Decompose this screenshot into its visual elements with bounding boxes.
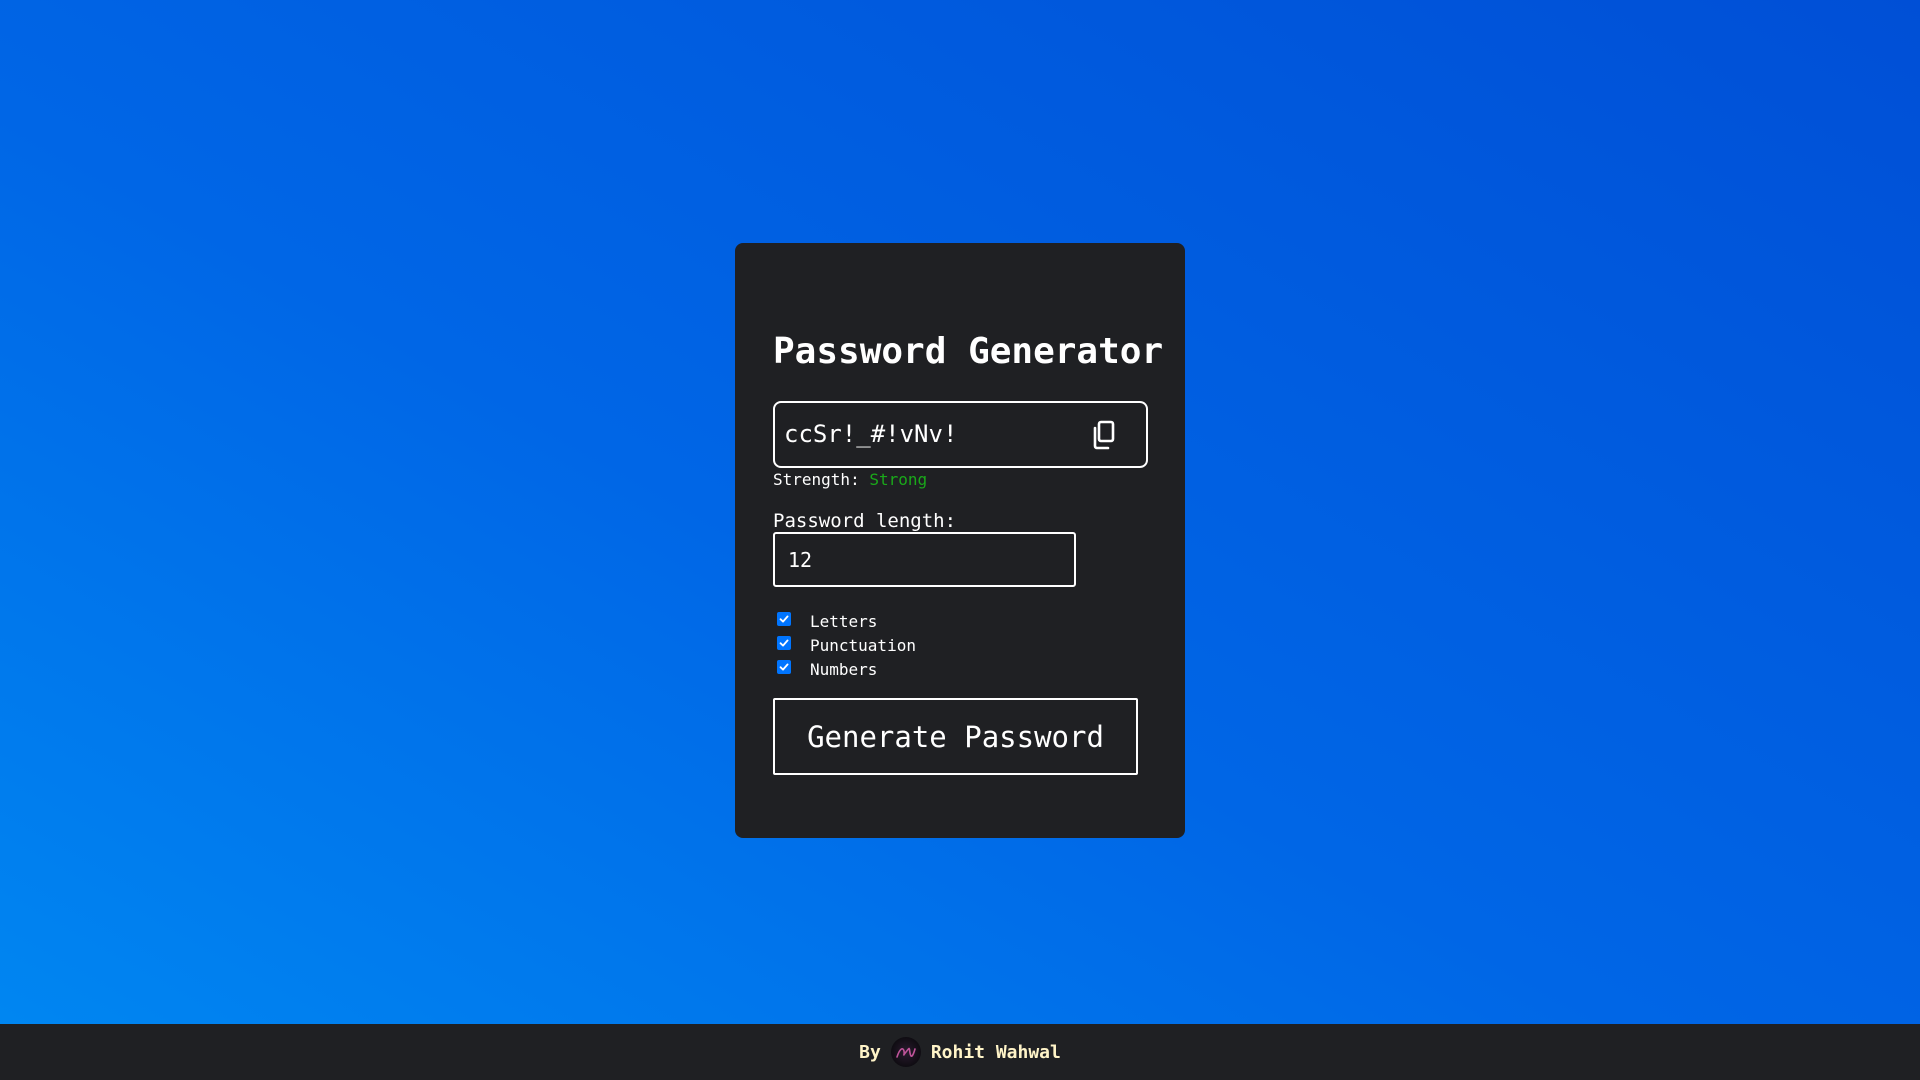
footer-author[interactable]: Rohit Wahwal: [931, 1042, 1061, 1063]
strength-value: Strong: [869, 470, 928, 489]
letters-checkbox[interactable]: [777, 612, 791, 626]
footer-by: By: [859, 1041, 881, 1063]
punctuation-checkbox[interactable]: [777, 636, 791, 650]
avatar-logo-icon: [890, 1037, 921, 1067]
password-output-field[interactable]: ccSr!_#!vNv!: [773, 401, 1148, 468]
footer-credit: By Rohit Wahwal: [859, 1037, 1061, 1067]
copy-icon[interactable]: [1090, 419, 1120, 451]
password-length-label: Password length:: [773, 510, 957, 532]
checkmark-icon: [779, 663, 789, 671]
checkmark-icon: [779, 639, 789, 647]
page-title: Password Generator: [773, 331, 1164, 372]
options-list: Letters Punctuation Numbers: [775, 609, 916, 681]
option-letters[interactable]: Letters: [775, 609, 916, 633]
password-length-input[interactable]: [773, 532, 1076, 587]
password-value[interactable]: ccSr!_#!vNv!: [784, 420, 957, 448]
footer: By Rohit Wahwal: [0, 1024, 1920, 1080]
checkmark-icon: [779, 615, 789, 623]
punctuation-label[interactable]: Punctuation: [810, 636, 916, 655]
option-numbers[interactable]: Numbers: [775, 657, 916, 681]
password-generator-card: Password Generator ccSr!_#!vNv! Strength…: [735, 243, 1185, 838]
letters-label[interactable]: Letters: [810, 612, 877, 631]
strength-indicator: Strength: Strong: [773, 470, 927, 489]
option-punctuation[interactable]: Punctuation: [775, 633, 916, 657]
generate-password-button[interactable]: Generate Password: [773, 698, 1138, 775]
numbers-label[interactable]: Numbers: [810, 660, 877, 679]
strength-label: Strength:: [773, 470, 860, 489]
numbers-checkbox[interactable]: [777, 660, 791, 674]
